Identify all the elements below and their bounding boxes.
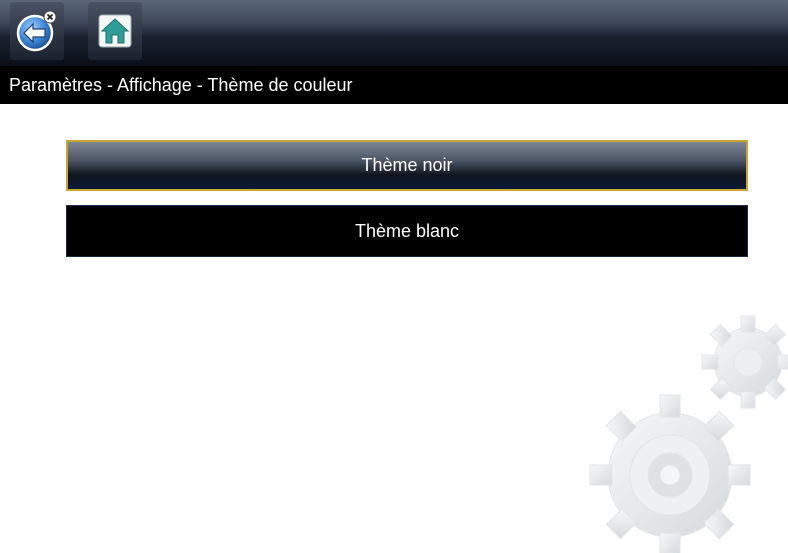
menu-item-theme-noir[interactable]: Thème noir [66,140,748,191]
page-title: Paramètres - Affichage - Thème de couleu… [9,74,353,95]
title-bar: Paramètres - Affichage - Thème de couleu… [0,66,788,104]
back-button[interactable] [10,2,64,60]
home-button[interactable] [88,2,142,60]
toolbar [0,0,788,66]
back-arrow-icon [15,9,59,53]
screen: Paramètres - Affichage - Thème de couleu… [0,0,788,553]
gears-watermark [560,300,788,553]
menu-item-theme-blanc[interactable]: Thème blanc [66,205,748,257]
menu-list: Thème noir Thème blanc [66,140,748,257]
home-icon [95,11,135,51]
